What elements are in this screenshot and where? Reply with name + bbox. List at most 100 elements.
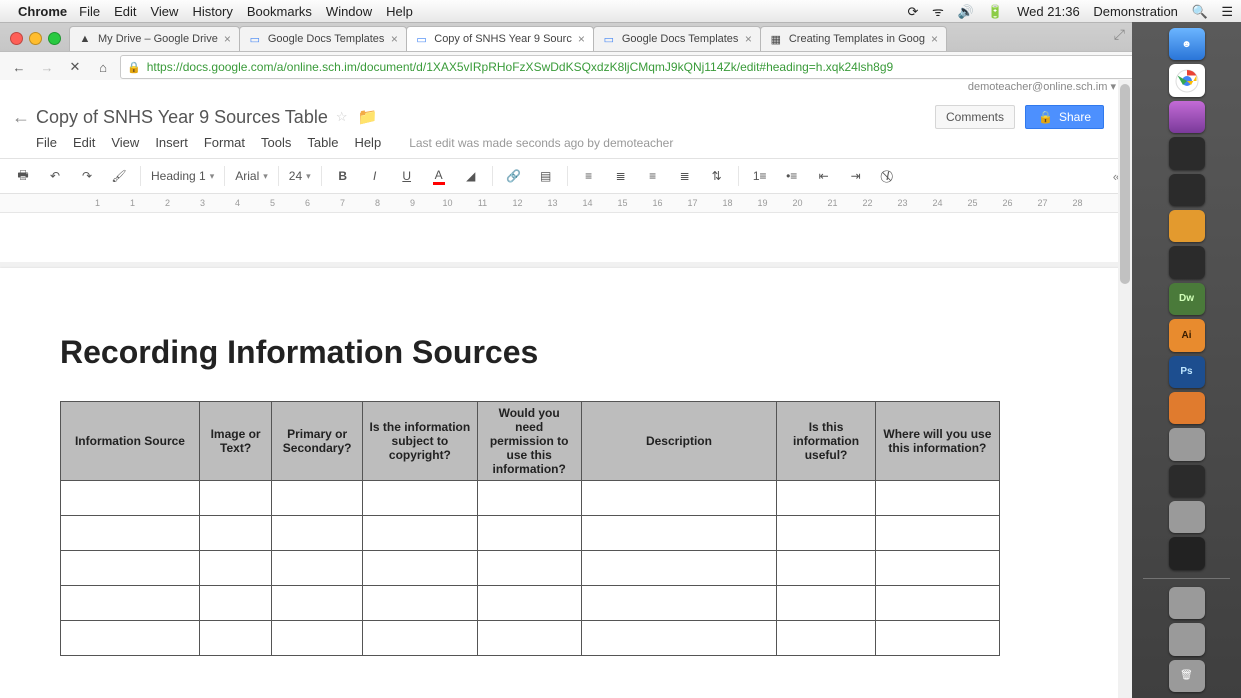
- app-dark-icon[interactable]: [1169, 246, 1205, 278]
- print-icon[interactable]: 🖶: [12, 165, 34, 187]
- table-row[interactable]: [61, 516, 1000, 551]
- col-where-use[interactable]: Where will you use this information?: [875, 402, 999, 481]
- comments-button[interactable]: Comments: [935, 105, 1015, 129]
- document-title[interactable]: Copy of SNHS Year 9 Sources Table: [36, 107, 328, 128]
- back-to-docs-icon[interactable]: ←: [12, 107, 30, 128]
- table-cell[interactable]: [875, 551, 999, 586]
- table-cell[interactable]: [199, 621, 271, 656]
- share-button[interactable]: 🔒 Share: [1025, 105, 1104, 129]
- user-email[interactable]: demoteacher@online.sch.im: [968, 81, 1108, 93]
- document-heading[interactable]: Recording Information Sources: [60, 334, 1090, 371]
- underline-icon[interactable]: U: [396, 165, 418, 187]
- table-cell[interactable]: [61, 621, 200, 656]
- tab-document[interactable]: ▭ Copy of SNHS Year 9 Sourc ×: [406, 26, 594, 51]
- clock[interactable]: Wed 21:36: [1017, 4, 1080, 19]
- account-caret-icon[interactable]: ▾: [1110, 80, 1116, 93]
- app-gray-icon[interactable]: [1169, 501, 1205, 533]
- address-bar[interactable]: 🔒 https://docs.google.com/a/online.sch.i…: [120, 55, 1205, 79]
- tab-close-icon[interactable]: ×: [931, 32, 938, 46]
- paragraph-style-select[interactable]: Heading 1▾: [151, 169, 214, 183]
- chrome-icon[interactable]: [1169, 64, 1205, 96]
- table-row[interactable]: [61, 551, 1000, 586]
- home-button[interactable]: ⌂: [92, 56, 114, 78]
- col-information-source[interactable]: Information Source: [61, 402, 200, 481]
- table-cell[interactable]: [777, 481, 875, 516]
- decrease-indent-icon[interactable]: ⇤: [813, 165, 835, 187]
- table-cell[interactable]: [363, 551, 478, 586]
- col-useful[interactable]: Is this information useful?: [777, 402, 875, 481]
- table-cell[interactable]: [875, 516, 999, 551]
- table-cell[interactable]: [61, 586, 200, 621]
- table-row[interactable]: [61, 586, 1000, 621]
- table-cell[interactable]: [777, 621, 875, 656]
- align-right-icon[interactable]: ≡: [642, 165, 664, 187]
- line-spacing-icon[interactable]: ⇅: [706, 165, 728, 187]
- table-cell[interactable]: [61, 551, 200, 586]
- tab-close-icon[interactable]: ×: [224, 32, 231, 46]
- finder-icon[interactable]: ☻: [1169, 28, 1205, 60]
- stop-button[interactable]: ✕: [64, 56, 86, 78]
- col-copyright[interactable]: Is the information subject to copyright?: [363, 402, 478, 481]
- app-dark-icon[interactable]: [1169, 137, 1205, 169]
- blender-icon[interactable]: [1169, 392, 1205, 424]
- trash-icon[interactable]: 🗑: [1169, 660, 1205, 692]
- table-cell[interactable]: [199, 586, 271, 621]
- menu-history[interactable]: History: [192, 4, 232, 19]
- tab-creating-templates[interactable]: ▦ Creating Templates in Goog ×: [760, 26, 947, 51]
- table-row[interactable]: [61, 481, 1000, 516]
- table-cell[interactable]: [875, 481, 999, 516]
- menu-edit[interactable]: Edit: [73, 135, 95, 150]
- star-document-icon[interactable]: ☆: [336, 109, 348, 125]
- app-purple-icon[interactable]: [1169, 101, 1205, 133]
- highlight-color-icon[interactable]: ◢: [460, 165, 482, 187]
- notification-center-icon[interactable]: ☰: [1221, 4, 1233, 19]
- table-cell[interactable]: [581, 551, 777, 586]
- bulleted-list-icon[interactable]: •≡: [781, 165, 803, 187]
- user-menu[interactable]: Demonstration: [1093, 4, 1178, 19]
- col-image-or-text[interactable]: Image or Text?: [199, 402, 271, 481]
- table-cell[interactable]: [272, 586, 363, 621]
- app-black-icon[interactable]: [1169, 537, 1205, 569]
- col-description[interactable]: Description: [581, 402, 777, 481]
- table-cell[interactable]: [363, 516, 478, 551]
- align-left-icon[interactable]: ≡: [578, 165, 600, 187]
- scrollbar-thumb[interactable]: [1120, 84, 1130, 284]
- wifi-icon[interactable]: ᯤ: [932, 4, 944, 19]
- menu-help[interactable]: Help: [386, 4, 413, 19]
- table-cell[interactable]: [581, 481, 777, 516]
- menu-file[interactable]: File: [79, 4, 100, 19]
- tab-drive[interactable]: ▲ My Drive – Google Drive ×: [69, 26, 240, 51]
- forward-button[interactable]: →: [36, 56, 58, 78]
- insert-comment-icon[interactable]: ▤: [535, 165, 557, 187]
- table-cell[interactable]: [777, 586, 875, 621]
- table-cell[interactable]: [875, 621, 999, 656]
- window-expand-icon[interactable]: ⤢: [1114, 26, 1125, 43]
- table-cell[interactable]: [777, 551, 875, 586]
- move-to-folder-icon[interactable]: 📁: [358, 107, 378, 127]
- table-cell[interactable]: [272, 516, 363, 551]
- table-cell[interactable]: [777, 516, 875, 551]
- tab-templates-2[interactable]: ▭ Google Docs Templates ×: [593, 26, 761, 51]
- table-cell[interactable]: [363, 621, 478, 656]
- app-dark-icon[interactable]: [1169, 174, 1205, 206]
- photoshop-icon[interactable]: Ps: [1169, 356, 1205, 388]
- table-cell[interactable]: [61, 516, 200, 551]
- italic-icon[interactable]: I: [364, 165, 386, 187]
- dreamweaver-icon[interactable]: Dw: [1169, 283, 1205, 315]
- menu-tools[interactable]: Tools: [261, 135, 291, 150]
- menu-insert[interactable]: Insert: [155, 135, 188, 150]
- menu-window[interactable]: Window: [326, 4, 372, 19]
- table-cell[interactable]: [477, 481, 581, 516]
- align-justify-icon[interactable]: ≣: [674, 165, 696, 187]
- vertical-scrollbar[interactable]: [1118, 80, 1132, 698]
- app-dark-icon[interactable]: [1169, 465, 1205, 497]
- menu-help[interactable]: Help: [354, 135, 381, 150]
- tab-close-icon[interactable]: ×: [745, 32, 752, 46]
- table-cell[interactable]: [581, 516, 777, 551]
- document-canvas[interactable]: Recording Information Sources Informatio…: [0, 262, 1132, 698]
- last-edit-info[interactable]: Last edit was made seconds ago by demote…: [409, 136, 673, 150]
- table-cell[interactable]: [199, 551, 271, 586]
- sync-icon[interactable]: ⟳: [907, 4, 918, 19]
- col-permission[interactable]: Would you need permission to use this in…: [477, 402, 581, 481]
- increase-indent-icon[interactable]: ⇥: [845, 165, 867, 187]
